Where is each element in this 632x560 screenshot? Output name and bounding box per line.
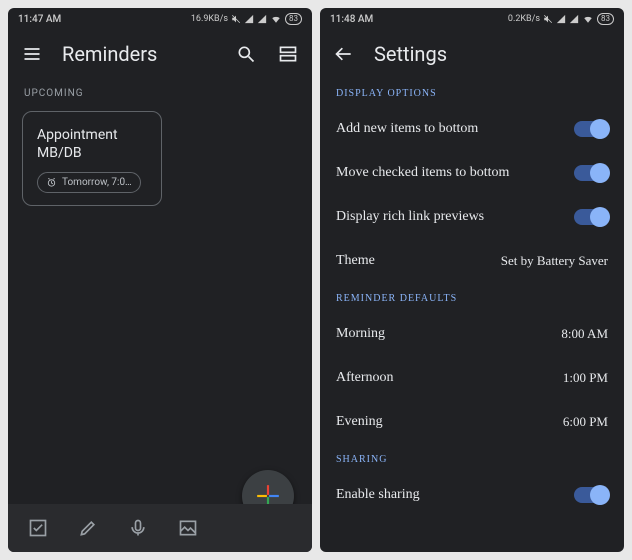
row-add-to-bottom[interactable]: Add new items to bottom xyxy=(320,107,624,151)
back-icon[interactable] xyxy=(332,42,356,66)
row-label: Enable sharing xyxy=(336,487,574,503)
search-icon[interactable] xyxy=(234,42,258,66)
battery-icon: 83 xyxy=(285,13,302,25)
settings-body: DISPLAY OPTIONS Add new items to bottom … xyxy=(320,78,624,552)
wifi-icon xyxy=(270,14,282,24)
reminder-card[interactable]: Appointment MB/DB Tomorrow, 7:0… xyxy=(22,111,162,206)
status-bar: 11:48 AM 0.2KB/s 83 xyxy=(320,8,624,30)
status-icons: 0.2KB/s 83 xyxy=(508,13,614,25)
row-enable-sharing[interactable]: Enable sharing xyxy=(320,473,624,517)
wifi-icon xyxy=(582,14,594,24)
status-net: 16.9KB/s xyxy=(191,14,228,24)
page-title: Settings xyxy=(374,42,612,66)
section-sharing: SHARING xyxy=(320,444,624,473)
brush-icon[interactable] xyxy=(76,516,100,540)
row-afternoon[interactable]: Afternoon 1:00 PM xyxy=(320,356,624,400)
section-upcoming: UPCOMING xyxy=(8,78,312,107)
section-display-options: DISPLAY OPTIONS xyxy=(320,78,624,107)
status-icons: 16.9KB/s 83 xyxy=(191,13,302,25)
row-label: Add new items to bottom xyxy=(336,121,574,137)
status-bar: 11:47 AM 16.9KB/s 83 xyxy=(8,8,312,30)
mic-icon[interactable] xyxy=(126,516,150,540)
row-theme[interactable]: Theme Set by Battery Saver xyxy=(320,239,624,283)
row-move-checked[interactable]: Move checked items to bottom xyxy=(320,151,624,195)
status-time: 11:47 AM xyxy=(18,14,61,25)
menu-icon[interactable] xyxy=(20,42,44,66)
row-label: Move checked items to bottom xyxy=(336,165,574,181)
page-title: Reminders xyxy=(62,42,216,66)
signal-icon xyxy=(244,14,254,24)
row-label: Morning xyxy=(336,326,561,342)
checkbox-icon[interactable] xyxy=(26,516,50,540)
row-label: Afternoon xyxy=(336,370,563,386)
section-reminder-defaults: REMINDER DEFAULTS xyxy=(320,283,624,312)
alarm-icon xyxy=(46,177,57,188)
row-morning[interactable]: Morning 8:00 AM xyxy=(320,312,624,356)
toggle-add-to-bottom[interactable] xyxy=(574,121,608,137)
app-bar: Reminders xyxy=(8,30,312,78)
row-value: 8:00 AM xyxy=(561,326,608,342)
row-label: Evening xyxy=(336,414,563,430)
signal-icon xyxy=(257,14,267,24)
battery-icon: 83 xyxy=(597,13,614,25)
mute-icon xyxy=(231,14,241,24)
bottom-bar xyxy=(8,504,312,552)
row-value: Set by Battery Saver xyxy=(501,253,608,269)
reminder-chip[interactable]: Tomorrow, 7:0… xyxy=(37,172,141,193)
toggle-rich-link[interactable] xyxy=(574,209,608,225)
signal-icon xyxy=(556,14,566,24)
status-time: 11:48 AM xyxy=(330,14,373,25)
phone-settings: 11:48 AM 0.2KB/s 83 Settings DISPLAY OPT… xyxy=(320,8,624,552)
mute-icon xyxy=(543,14,553,24)
row-value: 6:00 PM xyxy=(563,414,608,430)
chip-text: Tomorrow, 7:0… xyxy=(62,177,132,188)
toggle-move-checked[interactable] xyxy=(574,165,608,181)
toggle-enable-sharing[interactable] xyxy=(574,487,608,503)
phone-reminders: 11:47 AM 16.9KB/s 83 Reminders UPCOMING … xyxy=(8,8,312,552)
image-icon[interactable] xyxy=(176,516,200,540)
row-label: Theme xyxy=(336,253,501,269)
row-label: Display rich link previews xyxy=(336,209,574,225)
reminder-title: Appointment MB/DB xyxy=(37,126,147,162)
row-rich-link[interactable]: Display rich link previews xyxy=(320,195,624,239)
view-toggle-icon[interactable] xyxy=(276,42,300,66)
status-net: 0.2KB/s xyxy=(508,14,540,24)
app-bar: Settings xyxy=(320,30,624,78)
row-value: 1:00 PM xyxy=(563,370,608,386)
row-evening[interactable]: Evening 6:00 PM xyxy=(320,400,624,444)
signal-icon xyxy=(569,14,579,24)
